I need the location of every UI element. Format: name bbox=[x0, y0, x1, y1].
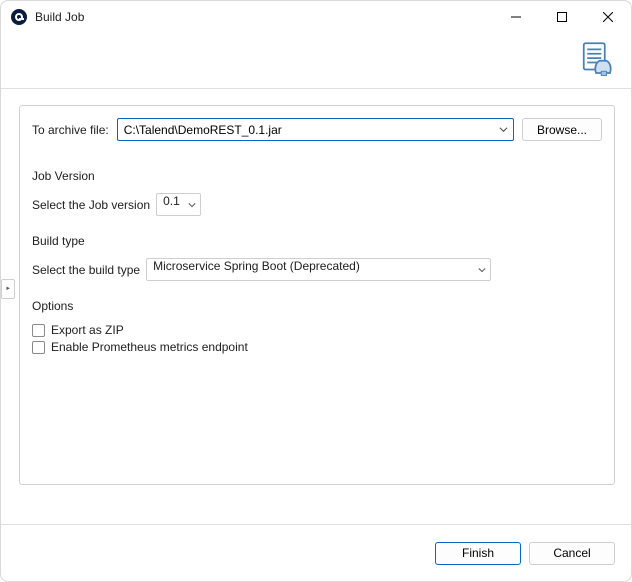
dialog-window: Build Job ‣ bbox=[0, 0, 632, 582]
expand-handle[interactable]: ‣ bbox=[1, 279, 15, 299]
options-section: Options Export as ZIP Enable Prometheus … bbox=[32, 299, 602, 354]
maximize-button[interactable] bbox=[539, 1, 585, 33]
options-title: Options bbox=[32, 299, 602, 313]
job-version-label: Select the Job version bbox=[32, 198, 150, 212]
build-type-value: Microservice Spring Boot (Deprecated) bbox=[153, 259, 360, 273]
chevron-right-icon: ‣ bbox=[5, 284, 11, 295]
export-zip-checkbox[interactable] bbox=[32, 324, 45, 337]
dialog-body: ‣ To archive file: Browse... Job Version… bbox=[1, 89, 631, 524]
export-archive-icon bbox=[575, 38, 617, 83]
build-type-select[interactable]: Microservice Spring Boot (Deprecated) bbox=[146, 258, 491, 281]
titlebar: Build Job bbox=[1, 1, 631, 33]
job-version-section: Job Version Select the Job version 0.1 bbox=[32, 169, 602, 216]
banner bbox=[1, 33, 631, 89]
app-icon bbox=[11, 9, 27, 25]
job-version-title: Job Version bbox=[32, 169, 602, 183]
minimize-button[interactable] bbox=[493, 1, 539, 33]
settings-panel: To archive file: Browse... Job Version S… bbox=[19, 105, 615, 485]
window-title: Build Job bbox=[35, 10, 84, 24]
archive-file-input[interactable] bbox=[117, 118, 514, 141]
prometheus-checkbox[interactable] bbox=[32, 341, 45, 354]
archive-label: To archive file: bbox=[32, 123, 109, 137]
build-type-label: Select the build type bbox=[32, 263, 140, 277]
build-type-title: Build type bbox=[32, 234, 602, 248]
build-type-section: Build type Select the build type Microse… bbox=[32, 234, 602, 281]
prometheus-label: Enable Prometheus metrics endpoint bbox=[51, 340, 248, 354]
job-version-value: 0.1 bbox=[163, 194, 180, 208]
export-zip-label: Export as ZIP bbox=[51, 323, 124, 337]
archive-row: To archive file: Browse... bbox=[32, 118, 602, 141]
browse-button[interactable]: Browse... bbox=[522, 118, 602, 141]
close-button[interactable] bbox=[585, 1, 631, 33]
finish-button[interactable]: Finish bbox=[435, 542, 521, 565]
job-version-select[interactable]: 0.1 bbox=[156, 193, 201, 216]
cancel-button[interactable]: Cancel bbox=[529, 542, 615, 565]
dialog-footer: Finish Cancel bbox=[1, 524, 631, 581]
